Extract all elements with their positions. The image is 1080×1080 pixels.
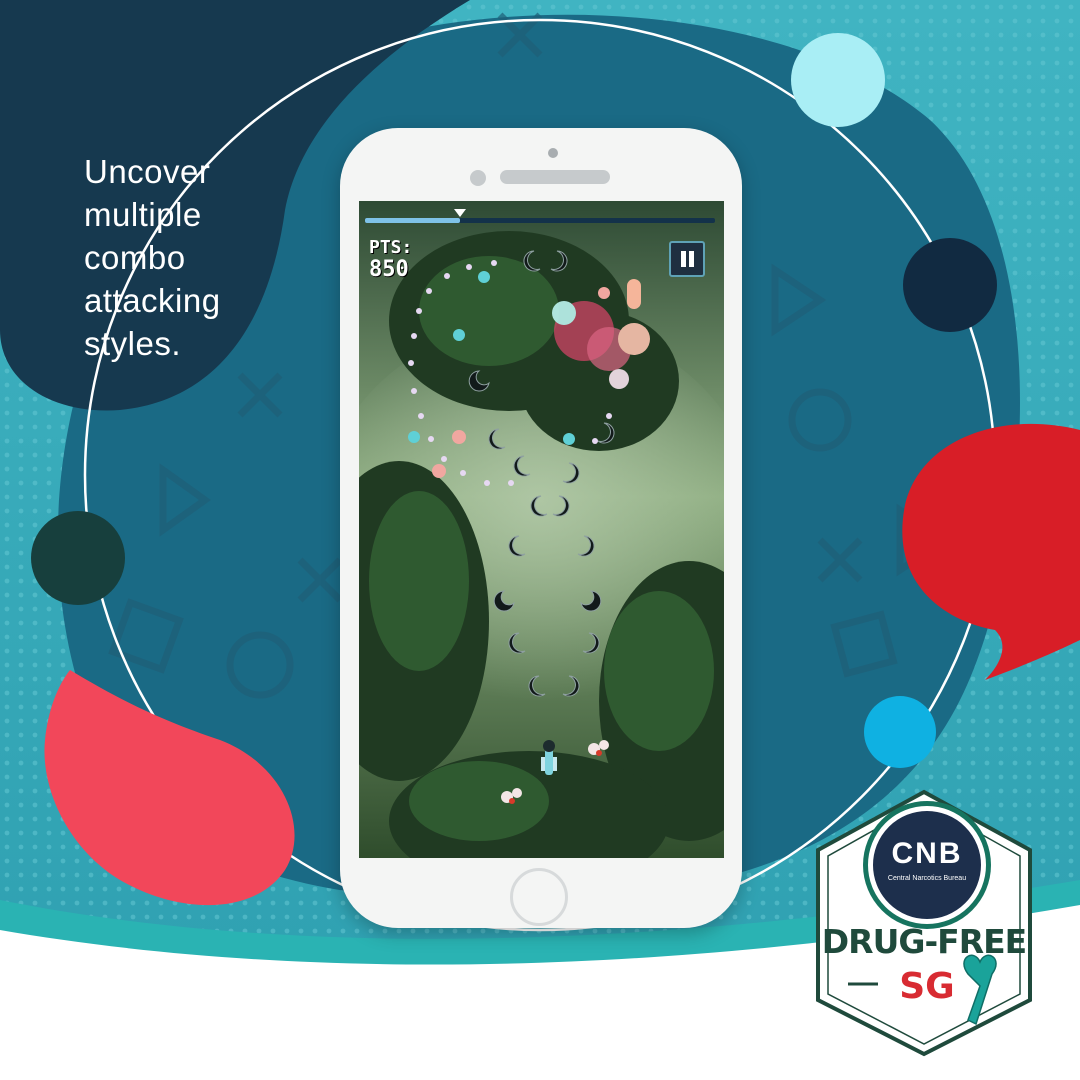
level-progress-bar [365, 209, 715, 223]
game-scene [359, 201, 724, 858]
drug-free-sg-badge: CNB Central Narcotics Bureau DRUG-FREE S… [808, 788, 1040, 1058]
cnb-subtitle: Central Narcotics Bureau [887, 875, 967, 882]
score-label: PTS: [369, 237, 413, 258]
smartphone-mockup: PTS: 850 [340, 128, 742, 928]
score-display: PTS: 850 [369, 237, 412, 281]
progress-marker-icon [453, 209, 466, 217]
game-screen[interactable]: PTS: 850 [359, 201, 724, 858]
pause-button[interactable] [669, 241, 705, 277]
tagline: Uncover multiple combo attacking styles. [84, 150, 221, 365]
tagline-line-3: combo [84, 239, 186, 276]
level-progress-fill [365, 218, 460, 223]
player-character [541, 740, 557, 775]
tagline-line-2: multiple [84, 196, 202, 233]
earpiece-speaker [500, 170, 610, 184]
score-value: 850 [369, 257, 409, 282]
home-button[interactable] [510, 868, 568, 926]
pause-icon [681, 251, 686, 267]
drug-free-text: DRUG-FREE [821, 922, 1027, 961]
promo-graphic: Uncover multiple combo attacking styles. [0, 0, 1080, 1080]
tagline-line-1: Uncover [84, 153, 211, 190]
sg-text: SG [899, 966, 955, 1007]
tagline-line-5: styles. [84, 325, 182, 362]
front-sensor [470, 170, 486, 186]
tagline-line-4: attacking [84, 282, 221, 319]
cnb-logo: CNB Central Narcotics Bureau [868, 806, 986, 924]
cnb-title: CNB [891, 837, 963, 870]
camera-icon [548, 148, 558, 158]
